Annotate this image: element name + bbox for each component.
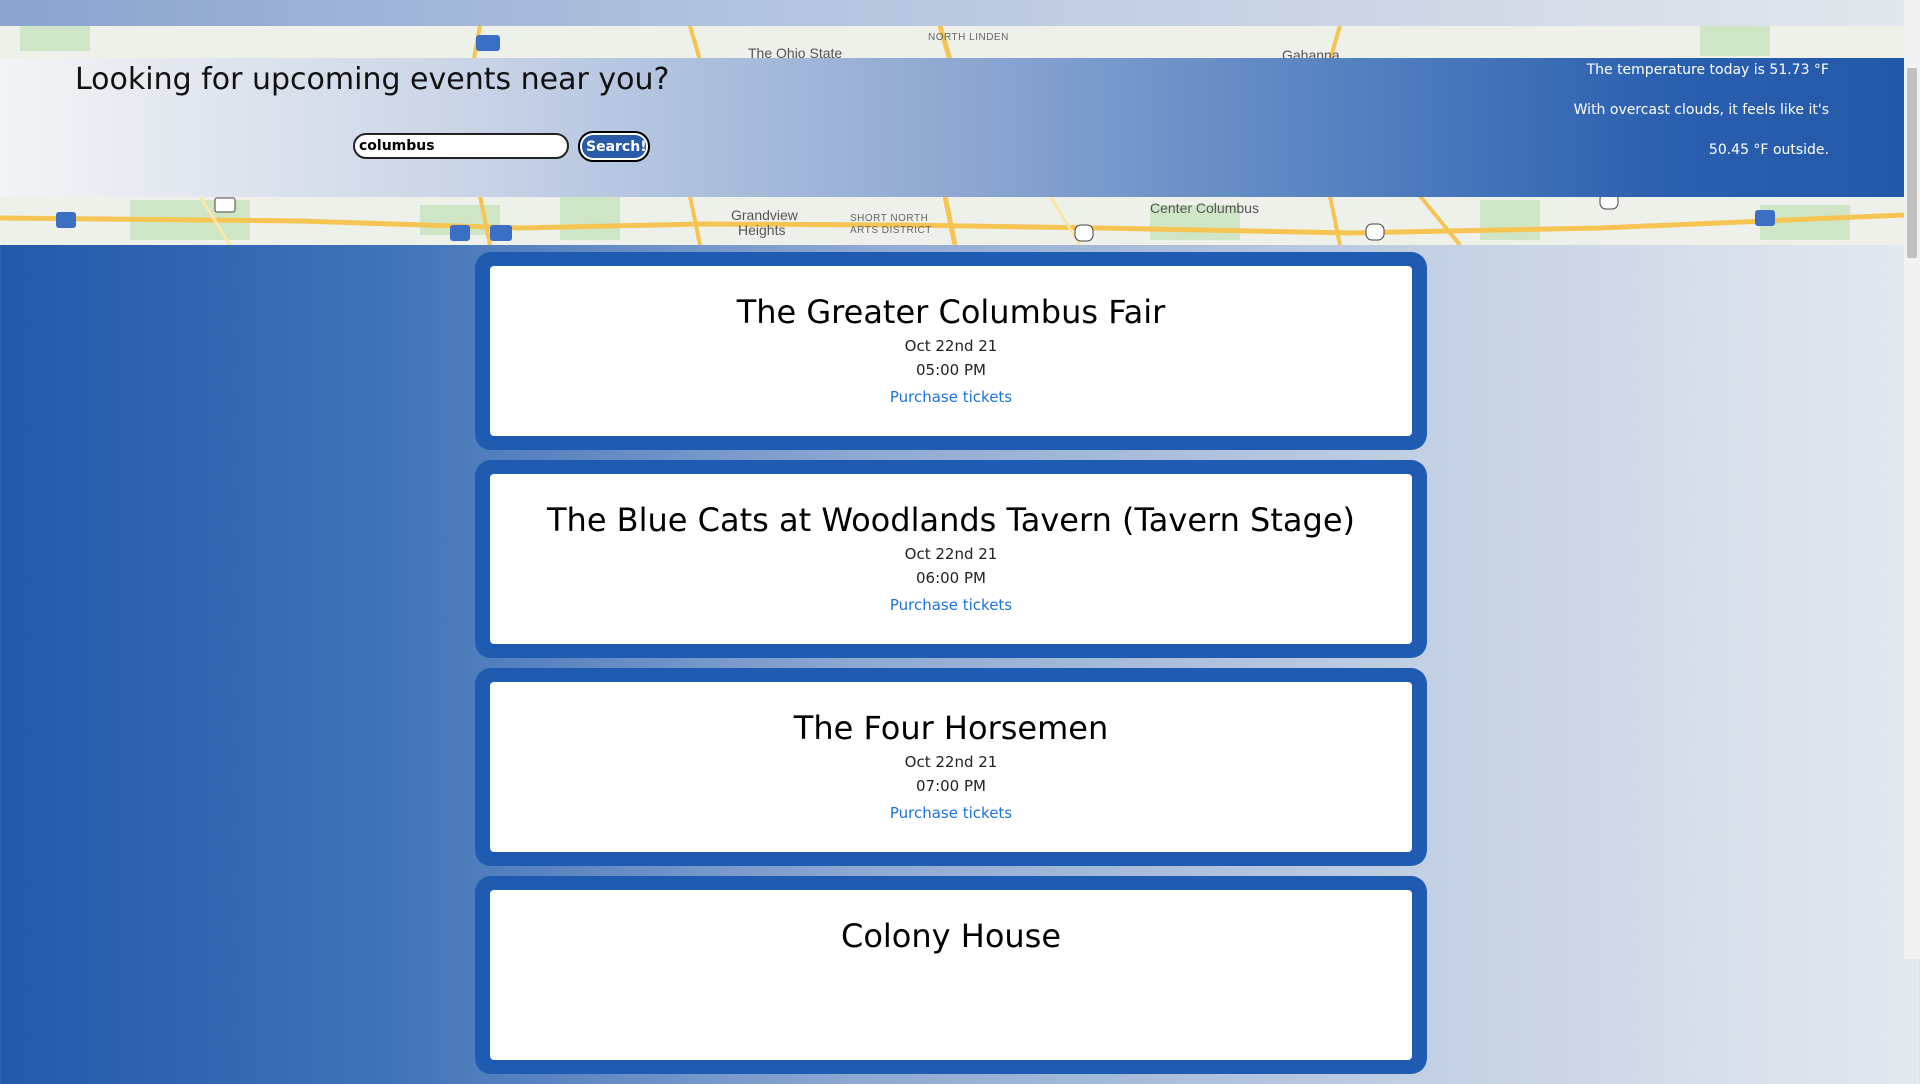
events-list: The Greater Columbus Fair Oct 22nd 21 05… (475, 252, 1427, 1084)
event-date: Oct 22nd 21 (904, 545, 998, 563)
search-input[interactable] (353, 133, 569, 159)
weather-feels-like: 50.45 °F outside. (1708, 142, 1829, 158)
event-card-body: The Blue Cats at Woodlands Tavern (Taver… (490, 474, 1412, 644)
map-label: Center Columbus (1150, 200, 1259, 216)
event-card-body: Colony House (490, 890, 1412, 1060)
event-time: 06:00 PM (916, 569, 986, 587)
map-label: NORTH LINDEN (928, 32, 1009, 43)
event-name: The Four Horsemen (793, 709, 1109, 747)
search-button[interactable]: Search! (578, 131, 650, 162)
event-time: 07:00 PM (916, 777, 986, 795)
purchase-tickets-link[interactable]: Purchase tickets (890, 596, 1012, 614)
map-label: ARTS DISTRICT (850, 225, 932, 236)
scrollbar-thumb[interactable] (1907, 68, 1917, 258)
event-date: Oct 22nd 21 (904, 753, 998, 771)
event-date: Oct 22nd 21 (904, 337, 998, 355)
event-card: The Greater Columbus Fair Oct 22nd 21 05… (475, 252, 1427, 450)
purchase-tickets-link[interactable]: Purchase tickets (890, 804, 1012, 822)
map-label: Heights (738, 222, 786, 238)
event-card-body: The Greater Columbus Fair Oct 22nd 21 05… (490, 266, 1412, 436)
event-time: 05:00 PM (916, 361, 986, 379)
event-name: The Greater Columbus Fair (736, 293, 1166, 331)
page-title: Looking for upcoming events near you? (75, 62, 670, 97)
map-label: SHORT NORTH (850, 213, 929, 224)
event-name: Colony House (840, 917, 1062, 955)
map-label: Grandview (731, 207, 798, 223)
weather-temperature: The temperature today is 51.73 °F (1586, 62, 1829, 78)
purchase-tickets-link[interactable]: Purchase tickets (890, 388, 1012, 406)
event-card: The Four Horsemen Oct 22nd 21 07:00 PM P… (475, 668, 1427, 866)
weather-description: With overcast clouds, it feels like it's (1573, 102, 1829, 118)
event-name: The Blue Cats at Woodlands Tavern (Taver… (546, 501, 1355, 539)
weather-info: The temperature today is 51.73 °F With o… (1574, 60, 1829, 180)
top-strip (0, 0, 1904, 26)
event-card: The Blue Cats at Woodlands Tavern (Taver… (475, 460, 1427, 658)
event-card: Colony House (475, 876, 1427, 1074)
event-card-body: The Four Horsemen Oct 22nd 21 07:00 PM P… (490, 682, 1412, 852)
